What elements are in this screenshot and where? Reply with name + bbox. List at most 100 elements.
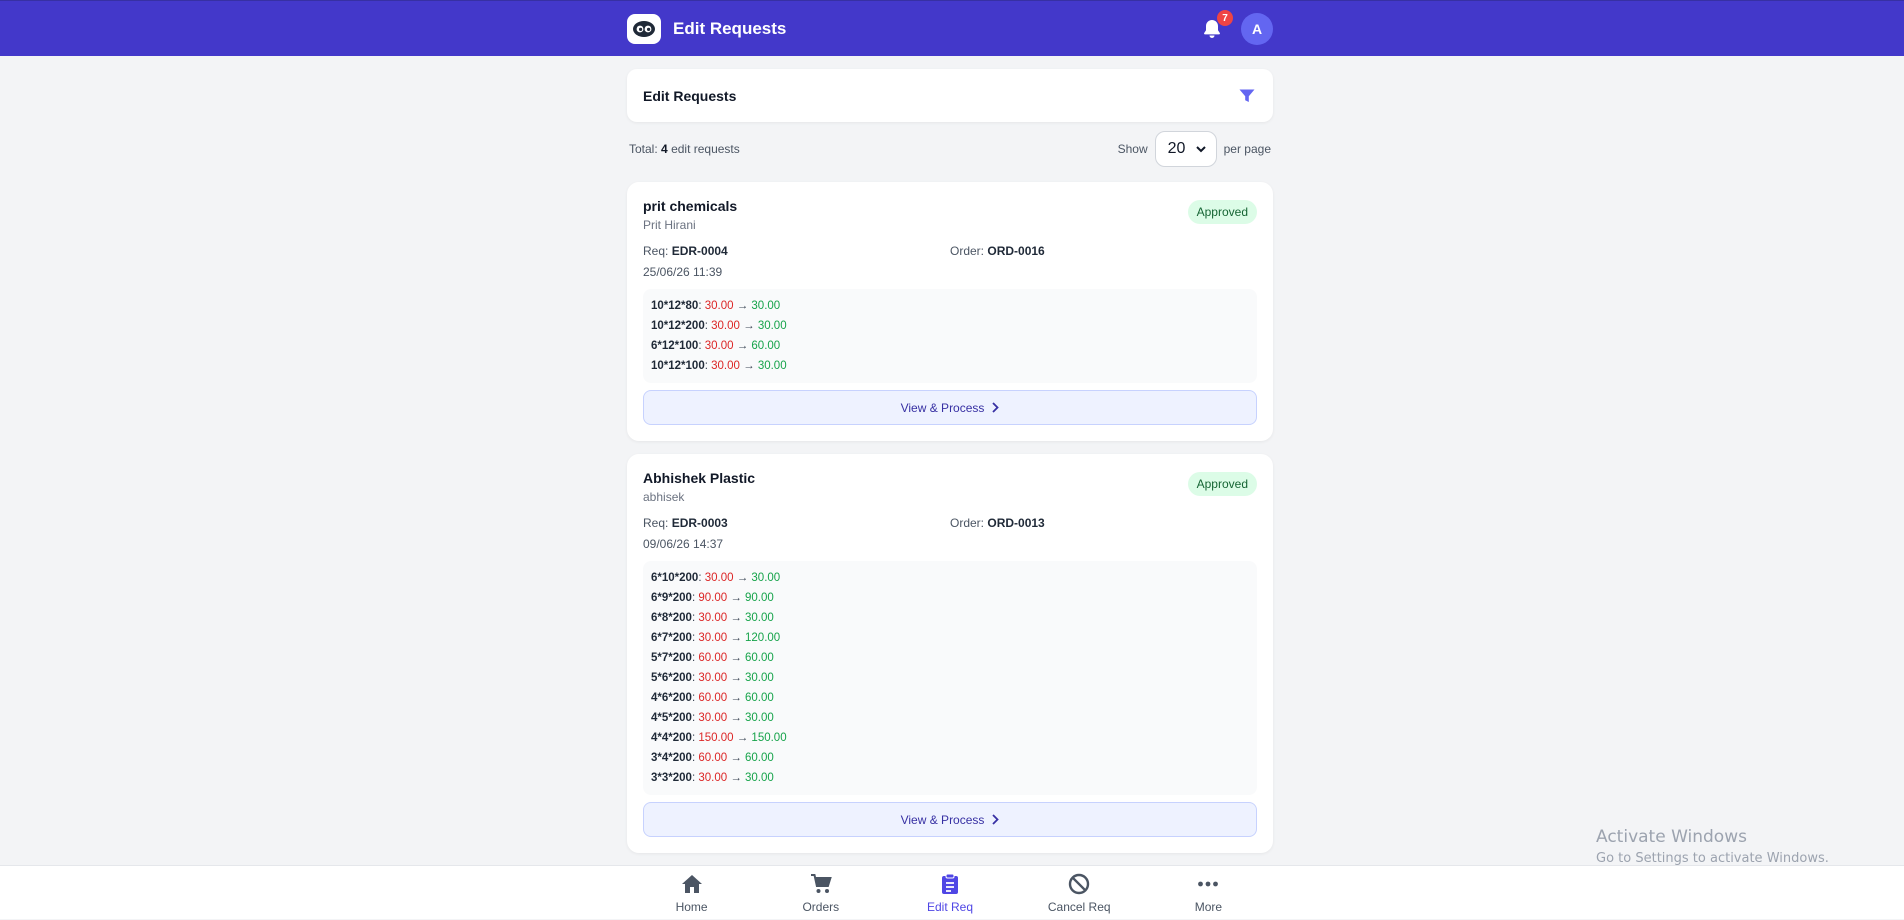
customer-info: Abhishek Plastic abhisek [643,470,755,504]
app-logo[interactable] [627,14,661,44]
old-value: 30.00 [698,612,728,624]
id-row: Req: EDR-0004 Order: ORD-0016 [643,244,1257,258]
req-id-value: EDR-0004 [671,244,728,258]
edit-requests-panel-header: Edit Requests [627,69,1273,122]
change-line: 4*5*200: 30.00 → 30.00 [651,708,1249,728]
top-app-bar-inner: Edit Requests 7 A [627,1,1273,57]
item-size: 10*12*200 [651,320,705,332]
request-date: 25/06/26 11:39 [643,265,723,279]
new-value: 60.00 [745,692,774,704]
change-line: 6*12*100: 30.00 → 60.00 [651,336,1249,356]
old-value: 30.00 [698,772,728,784]
change-line: 10*12*200: 30.00 → 30.00 [651,316,1249,336]
clipboard-icon [939,873,961,895]
change-line: 6*10*200: 30.00 → 30.00 [651,568,1249,588]
old-value: 30.00 [711,320,740,332]
item-size: 3*4*200 [651,752,692,764]
nav-label-more: More [1194,899,1223,914]
change-line: 6*9*200: 90.00 → 90.00 [651,588,1249,608]
bottom-navigation: Home Orders Edit Req Cancel Req More [0,865,1904,919]
arrow-glyph: → [730,632,742,644]
notifications-button[interactable]: 7 [1199,10,1233,42]
item-size: 5*7*200 [651,652,692,664]
change-line: 6*8*200: 30.00 → 30.00 [651,608,1249,628]
nav-label-cancel-req: Cancel Req [1047,899,1111,914]
item-size: 10*12*100 [651,360,705,372]
arrow-glyph: → [730,692,742,704]
old-value: 30.00 [698,632,728,644]
old-value: 30.00 [704,340,734,352]
order-id-value: ORD-0016 [987,244,1045,258]
user-avatar[interactable]: A [1241,13,1273,45]
eyes-logo-icon [633,21,655,37]
id-row: Req: EDR-0003 Order: ORD-0013 [643,516,1257,530]
company-name: prit chemicals [643,198,738,214]
chevron-right-icon [992,814,1000,825]
req-label: Req: [643,244,669,258]
filter-button[interactable] [1237,86,1257,106]
req-id-value: EDR-0003 [671,516,728,530]
total-text: Total: 4 edit requests [629,142,740,156]
view-process-button[interactable]: View & Process [643,390,1257,425]
new-value: 30.00 [757,360,787,372]
total-count: 4 [661,142,668,156]
page-title: Edit Requests [673,19,787,38]
bottom-navigation-inner: Home Orders Edit Req Cancel Req More [627,866,1273,920]
total-suffix: edit requests [671,142,740,156]
new-value: 60.00 [745,752,774,764]
edit-request-card: prit chemicals Prit Hirani Approved Req: ED… [627,182,1273,441]
price-changes-box: 6*10*200: 30.00 → 30.00 6*9*200: 90.00 → … [643,561,1257,795]
new-value: 30.00 [751,572,781,584]
arrow-glyph: → [736,340,749,352]
nav-item-orders[interactable]: Orders [756,866,885,920]
old-value: 60.00 [698,752,728,764]
nav-item-edit-req[interactable]: Edit Req [885,866,1014,920]
page-size-control: Show 20 per page [1118,131,1271,167]
item-size: 10*12*80 [651,300,699,312]
change-line: 10*12*80: 30.00 → 30.00 [651,296,1249,316]
old-value: 30.00 [711,360,740,372]
ban-icon [1068,873,1090,895]
item-size: 5*6*200 [651,672,692,684]
new-value: 30.00 [751,300,781,312]
total-prefix: Total: [629,142,658,156]
nav-item-home[interactable]: Home [627,866,756,920]
new-value: 150.00 [751,732,787,744]
old-value: 30.00 [704,300,734,312]
order-id-value: ORD-0013 [987,516,1045,530]
old-value: 150.00 [698,732,734,744]
req-label: Req: [643,516,669,530]
change-line: 3*4*200: 60.00 → 60.00 [651,748,1249,768]
order-label: Order: [950,516,985,530]
per-page-label: per page [1223,142,1271,156]
order-label: Order: [950,244,985,258]
item-size: 6*8*200 [651,612,692,624]
chevron-down-icon [1195,145,1206,152]
arrow-glyph: → [730,672,742,684]
item-size: 6*9*200 [651,592,692,604]
edit-request-list: prit chemicals Prit Hirani Approved Req: ED… [627,182,1273,853]
main-content: Edit Requests Total: 4 edit requests Sho… [627,69,1273,853]
status-badge: Approved [1187,472,1257,496]
panel-title: Edit Requests [643,87,737,104]
change-line: 4*4*200: 150.00 → 150.00 [651,728,1249,748]
nav-label-orders: Orders [802,899,840,914]
new-value: 60.00 [751,340,781,352]
change-line: 3*3*200: 30.00 → 30.00 [651,768,1249,788]
view-process-button[interactable]: View & Process [643,802,1257,837]
show-label: Show [1117,142,1148,156]
arrow-glyph: → [730,612,742,624]
arrow-glyph: → [730,592,742,604]
nav-label-edit-req: Edit Req [926,899,974,914]
contact-name: abhisek [643,490,685,504]
per-page-select[interactable]: 20 [1154,131,1217,167]
request-id: Req: EDR-0004 [643,244,950,258]
notification-count-badge: 7 [1217,10,1233,26]
nav-item-cancel-req[interactable]: Cancel Req [1015,866,1144,920]
change-line: 5*7*200: 60.00 → 60.00 [651,648,1249,668]
arrow-glyph: → [736,572,749,584]
view-process-label: View & Process [900,812,985,827]
change-line: 4*6*200: 60.00 → 60.00 [651,688,1249,708]
nav-item-more[interactable]: More [1144,866,1273,920]
new-value: 30.00 [757,320,787,332]
